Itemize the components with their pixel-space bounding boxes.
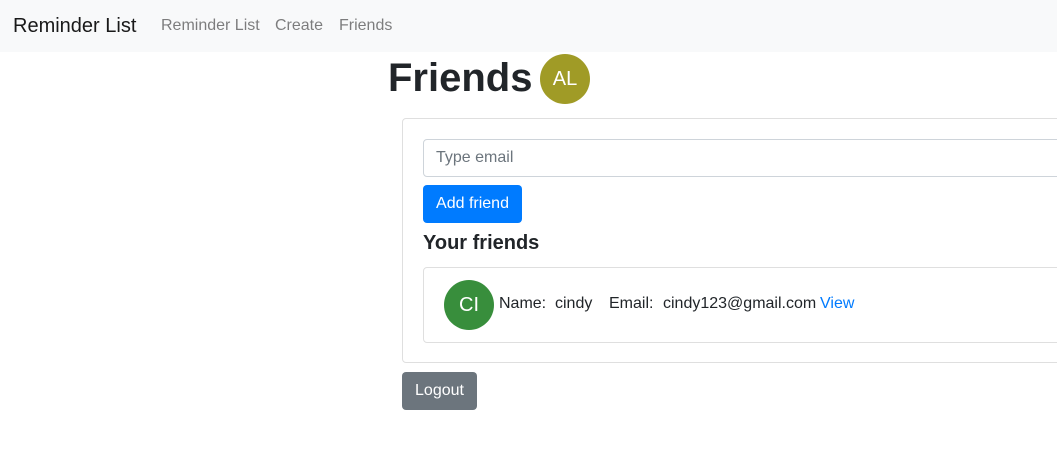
nav-link-friends[interactable]: Friends: [339, 15, 392, 37]
navbar: Reminder List Reminder List Create Frien…: [0, 0, 1057, 52]
friend-name-label: Name:: [499, 295, 547, 312]
nav-link-reminder-list[interactable]: Reminder List: [161, 15, 260, 37]
nav-link-create[interactable]: Create: [275, 15, 323, 37]
friend-email-value: cindy123@gmail.com: [663, 295, 817, 312]
friend-email-label: Email:: [609, 295, 654, 312]
friend-avatar: CI: [444, 280, 494, 330]
page-title: Friends: [388, 56, 533, 100]
user-avatar: AL: [540, 54, 590, 104]
logout-button[interactable]: Logout: [402, 372, 477, 410]
friend-name-value: cindy: [555, 295, 593, 312]
navbar-brand[interactable]: Reminder List: [13, 13, 136, 39]
your-friends-heading: Your friends: [423, 232, 540, 254]
add-friend-button[interactable]: Add friend: [423, 185, 522, 223]
email-input[interactable]: [423, 139, 1057, 177]
friend-view-link[interactable]: View: [820, 294, 854, 314]
